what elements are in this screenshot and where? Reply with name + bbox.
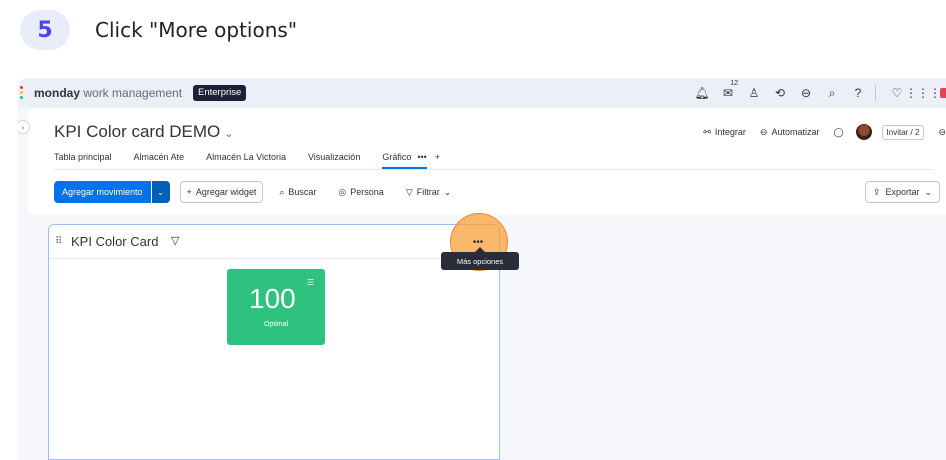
tab-visualizacion[interactable]: Visualización	[308, 152, 360, 169]
filter-icon: ▽	[405, 186, 413, 197]
add-movement-button[interactable]: Agregar movimiento	[54, 181, 151, 203]
inbox-count: 12	[730, 80, 738, 87]
app-grid-icon[interactable]: ⋮⋮⋮	[905, 84, 941, 102]
filter-button[interactable]: ▽ Filtrar ⌄	[400, 181, 457, 203]
apps-icon[interactable]: ⟲	[769, 84, 791, 102]
top-icons-group: 🔔︎ ✉ 12 ♙ ⟲ ⊖ ⌕ ? ♡ ⋮⋮⋮	[687, 80, 946, 102]
step-instruction: Click "More options"	[95, 18, 298, 42]
step-number-badge: 5	[20, 10, 70, 50]
tab-options-icon[interactable]: •••	[417, 152, 426, 162]
plan-badge: Enterprise	[193, 85, 247, 101]
inbox-icon[interactable]: ✉ 12	[717, 80, 739, 102]
tabs-divider	[54, 169, 934, 170]
copy-link-icon[interactable]: ⊖	[938, 127, 946, 138]
kpi-color-card: ☰ 100 Optimal	[227, 269, 325, 345]
person-icon: ◎	[338, 186, 347, 197]
board-title-text: KPI Color card DEMO	[54, 122, 221, 141]
divider	[875, 85, 876, 101]
export-label: Exportar	[885, 187, 920, 197]
tab-grafico-label: Gráfico	[382, 152, 412, 162]
search-icon[interactable]: ⌕	[821, 84, 843, 102]
person-filter-button[interactable]: ◎ Persona	[332, 181, 389, 203]
automate-icon: ⊖	[759, 126, 768, 137]
search-label: Buscar	[288, 187, 317, 197]
tutorial-step-header: 5 Click "More options"	[0, 0, 946, 70]
kpi-value: 100	[249, 283, 296, 314]
add-widget-label: Agregar widget	[195, 187, 257, 197]
board-toolbar: Agregar movimiento ⌄ + Agregar widget ⌕ …	[54, 181, 457, 203]
search-icon: ⌕	[279, 186, 285, 197]
board-tabs: Tabla principal Almacén Ate Almacén La V…	[54, 152, 462, 169]
settings-sliders-icon[interactable]: ☰	[307, 278, 314, 287]
chevron-down-icon: ⌄	[924, 186, 932, 197]
filter-icon[interactable]: ▽	[171, 234, 179, 247]
integrations-icon[interactable]: ⊖	[795, 84, 817, 102]
add-widget-button[interactable]: + Agregar widget	[179, 181, 264, 203]
integrate-button[interactable]: ⚯ Integrar	[703, 127, 746, 138]
monday-logo-icon	[20, 86, 28, 100]
bell-icon[interactable]: 🔔︎	[691, 84, 713, 102]
board-workspace: › KPI Color card DEMO ⌄ ⚯ Integrar ⊖ Auto…	[18, 108, 946, 460]
search-button[interactable]: ⌕ Buscar	[273, 181, 322, 203]
tab-almacen-la-victoria[interactable]: Almacén La Victoria	[206, 152, 286, 169]
brand-bold: monday	[34, 86, 81, 100]
top-bar: monday work management Enterprise 🔔︎ ✉ 12…	[18, 78, 946, 108]
invite-button[interactable]: Invitar / 2	[881, 124, 925, 140]
board-title[interactable]: KPI Color card DEMO ⌄	[54, 122, 233, 142]
sidebar-toggle-chevron-icon[interactable]: ›	[18, 120, 30, 134]
avatar[interactable]	[855, 124, 872, 140]
tab-almacen-ate[interactable]: Almacén Ate	[134, 152, 185, 169]
kpi-label: Optimal	[263, 321, 289, 328]
brand-suffix: work management	[80, 86, 183, 100]
add-view-button[interactable]: +	[435, 152, 440, 169]
kpi-widget: ⠿ KPI Color Card ▽ ••• Más opciones ☰ 10…	[48, 213, 519, 460]
person-label: Persona	[350, 187, 384, 197]
widget-title: KPI Color Card	[71, 234, 159, 249]
integrate-icon: ⚯	[703, 126, 711, 137]
chevron-down-icon[interactable]: ⌄	[224, 128, 233, 140]
app-window: monday work management Enterprise 🔔︎ ✉ 12…	[18, 78, 946, 460]
board-actions: ⚯ Integrar ⊖ Automatizar ◯ Invitar / 2 ⊖	[689, 124, 946, 140]
automate-label: Automatizar	[771, 127, 820, 137]
integrate-label: Integrar	[714, 127, 746, 137]
updates-icon[interactable]: ◯	[833, 127, 843, 138]
brand-name[interactable]: monday work management	[34, 86, 182, 100]
more-options-tooltip: Más opciones	[441, 247, 519, 270]
drag-handle-icon[interactable]: ⠿	[55, 236, 62, 247]
plus-icon: +	[186, 187, 192, 197]
chevron-down-icon: ⌄	[443, 186, 452, 197]
help-icon[interactable]: ?	[847, 84, 869, 102]
widget-header: ⠿ KPI Color Card ▽	[49, 225, 499, 259]
automate-button[interactable]: ⊖ Automatizar	[760, 127, 820, 138]
tab-tabla-principal[interactable]: Tabla principal	[54, 152, 112, 169]
chevron-down-icon[interactable]: ⌄	[151, 181, 170, 203]
invite-members-icon[interactable]: ♙	[743, 84, 765, 102]
export-button[interactable]: ⇪ Exportar ⌄	[864, 181, 940, 203]
export-icon: ⇪	[872, 186, 881, 197]
dashboard-canvas: ⠿ KPI Color Card ▽ ••• Más opciones ☰ 10…	[28, 213, 946, 460]
tab-grafico[interactable]: Gráfico •••	[382, 152, 427, 169]
filter-label: Filtrar	[416, 187, 440, 197]
